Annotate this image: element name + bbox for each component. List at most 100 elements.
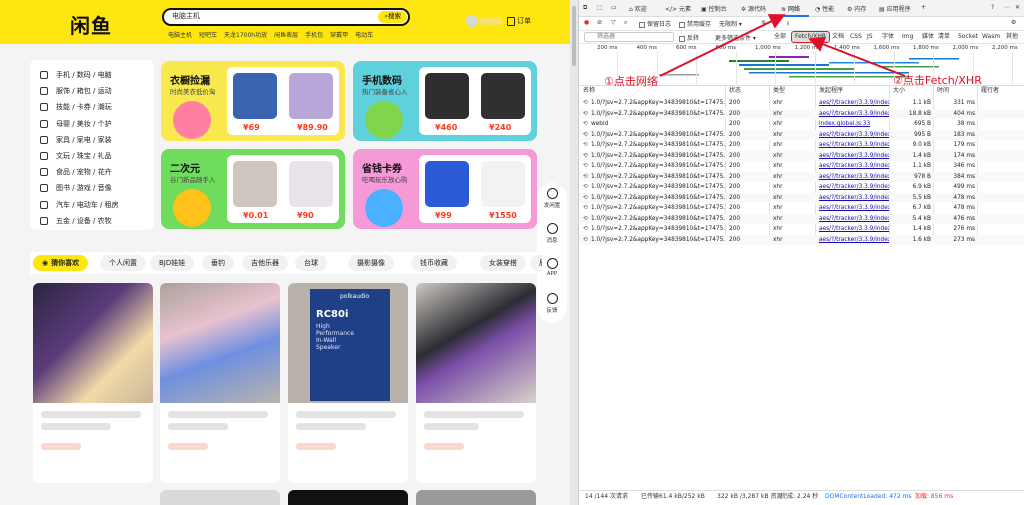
promo-card[interactable]: 省钱卡券 吃喝玩乐放心购 ¥99 ¥1550	[353, 149, 537, 229]
clear-icon[interactable]: ⊘	[597, 19, 602, 26]
category-item[interactable]: 文玩 / 珠宝 / 礼品	[40, 151, 112, 161]
hot-word[interactable]: 电动车	[355, 30, 373, 39]
promo-product-image[interactable]	[425, 73, 469, 119]
category-item[interactable]: 技能 / 卡券 / 潮玩	[40, 102, 112, 112]
request-initiator[interactable]: aes/?/tracker/3.3.9/index	[819, 182, 889, 192]
table-row[interactable]: ⟲ 1.0/?jsv=2.7.2&appKey=34839810&t=17475.…	[579, 108, 1024, 119]
request-initiator[interactable]: aes/?/tracker/3.3.9/index	[819, 203, 889, 213]
table-row[interactable]: ⟲ 1.0/?jsv=2.7.2&appKey=34839810&t=17475.…	[579, 234, 1024, 245]
request-initiator[interactable]: aes/?/tracker/3.3.9/index	[819, 140, 889, 150]
preserve-log-checkbox[interactable]: 保留日志	[639, 19, 671, 28]
filter-type-socket[interactable]: Socket	[955, 32, 981, 42]
table-row[interactable]: ⟲ 1.0/?jsv=2.7.2&appKey=34839810&t=17475.…	[579, 203, 1024, 213]
filter-input[interactable]: 筛选器	[584, 32, 674, 42]
request-initiator[interactable]: aes/?/tracker/3.3.9/index	[819, 109, 889, 119]
tab-memory[interactable]: ⚙ 内存	[847, 4, 866, 13]
disable-cache-checkbox[interactable]: 禁用缓存	[679, 19, 711, 28]
settings-gear-icon[interactable]: ⚙	[1011, 19, 1016, 26]
import-icon[interactable]: ⭱	[775, 19, 777, 29]
tab-welcome[interactable]: ⌂ 欢迎	[629, 4, 647, 13]
avatar[interactable]	[466, 15, 478, 27]
search-input[interactable]	[172, 12, 372, 20]
invert-checkbox[interactable]: 反转	[679, 33, 699, 42]
table-row[interactable]: ⟲ 1.0/?jsv=2.7.2&appKey=34839810&t=17475.…	[579, 182, 1024, 192]
tab-network[interactable]: ≋ 网络	[781, 4, 800, 13]
wifi-settings-icon[interactable]: ≋	[761, 19, 766, 26]
column-header[interactable]: 状态	[729, 86, 741, 96]
tab-console[interactable]: ▣ 控制台	[701, 4, 727, 13]
filter-type-[interactable]: 文档	[829, 32, 847, 42]
request-initiator[interactable]: aes/?/tracker/3.3.9/index	[819, 235, 889, 245]
tab-performance[interactable]: ◔ 性能	[815, 4, 834, 13]
column-header[interactable]: 发起程序	[819, 86, 843, 96]
filter-icon[interactable]: ▽	[611, 19, 616, 26]
table-row[interactable]: ⟲ 1.0/?jsv=2.7.2&appKey=34839810&t=17475.…	[579, 161, 1024, 171]
tab-sources[interactable]: ✲ 源代码	[741, 4, 766, 13]
promo-product-image[interactable]	[481, 161, 525, 207]
table-row[interactable]: ⟲ 1.0/?jsv=2.7.2&appKey=34839810&t=17475.…	[579, 213, 1024, 224]
table-row[interactable]: ⟲ 1.0/?jsv=2.7.2&appKey=34839810&t=17475.…	[579, 129, 1024, 140]
inspect-icon[interactable]: ⬚	[597, 4, 603, 11]
export-icon[interactable]: ⭳	[787, 19, 789, 29]
category-item[interactable]: 手机 / 数码 / 电脑	[40, 70, 112, 80]
site-logo[interactable]: 闲鱼	[70, 10, 112, 39]
request-initiator[interactable]: aes/?/tracker/3.3.9/index	[819, 193, 889, 203]
table-row[interactable]: ⟲ 1.0/?jsv=2.7.2&appKey=34839810&t=17475.…	[579, 171, 1024, 182]
feed-tab[interactable]: 个人闲置	[100, 255, 146, 271]
page-scrollbar-thumb[interactable]	[572, 6, 576, 66]
filter-type-css[interactable]: CSS	[847, 32, 865, 42]
tab-elements[interactable]: </> 元素	[665, 4, 691, 13]
request-initiator[interactable]: aes/?/tracker/3.3.9/index	[819, 224, 889, 234]
column-header[interactable]: 类型	[773, 86, 785, 96]
float-feedback-button[interactable]: 反馈	[537, 293, 567, 314]
hot-word[interactable]: 电脑主机	[168, 30, 192, 39]
promo-product-image[interactable]	[481, 73, 525, 119]
search-button[interactable]: ⌕搜索	[378, 11, 407, 23]
feed-card[interactable]: polkaudio RC80i High Performance In-Wall…	[288, 283, 408, 483]
category-item[interactable]: 汽车 / 电动车 / 租房	[40, 200, 119, 210]
filter-type-js[interactable]: JS	[864, 32, 876, 42]
filter-type-img[interactable]: Img	[899, 32, 916, 42]
filter-type-[interactable]: 清单	[935, 32, 953, 42]
category-item[interactable]: 五金 / 设备 / 农牧	[40, 216, 112, 226]
promo-product-image[interactable]	[233, 73, 277, 119]
feed-tab[interactable]: 居家好物	[530, 255, 542, 271]
request-initiator[interactable]: aes/?/tracker/3.3.9/index	[819, 172, 889, 182]
feed-tab[interactable]: 垂钓	[202, 255, 234, 271]
hot-word[interactable]: 手机包	[305, 30, 323, 39]
dock-icon[interactable]: ▭	[611, 4, 617, 11]
promo-card[interactable]: 二次元 谷门新品随手入 ¥0.01 ¥90	[161, 149, 345, 229]
filter-type-wasm[interactable]: Wasm	[979, 32, 1003, 42]
category-item[interactable]: 母婴 / 美妆 / 个护	[40, 119, 112, 129]
promo-card[interactable]: 手机数码 热门装备省心入 ¥460 ¥240	[353, 61, 537, 141]
table-row[interactable]: ⟲ 1.0/?jsv=2.7.2&appKey=34839810&t=17475.…	[579, 224, 1024, 234]
feed-card-partial[interactable]	[416, 490, 536, 505]
category-item[interactable]: 服饰 / 箱包 / 运动	[40, 86, 112, 96]
filter-type-fetchxhr[interactable]: Fetch/XHR	[790, 31, 831, 43]
category-item[interactable]: 家具 / 家电 / 家装	[40, 135, 112, 145]
record-icon[interactable]: ●	[584, 19, 589, 26]
request-initiator[interactable]: aes/?/tracker/3.3.9/index	[819, 98, 889, 108]
search-icon[interactable]: ⌕	[624, 19, 627, 27]
orders-link[interactable]: 订单	[507, 16, 531, 26]
float-publish-button[interactable]: 发闲置	[537, 188, 567, 209]
filter-type-[interactable]: 其他	[1003, 32, 1021, 42]
request-initiator[interactable]: aes/?/tracker/3.3.9/index	[819, 214, 889, 224]
filter-type-[interactable]: 全部	[771, 32, 789, 42]
filter-type-[interactable]: 字体	[879, 32, 897, 42]
feed-tab[interactable]: ◉ 猜你喜欢	[33, 255, 89, 271]
request-initiator[interactable]: aes/?/tracker/3.3.9/index	[819, 130, 889, 140]
hot-word[interactable]: 天龙1700h功放	[224, 30, 267, 39]
tab-application[interactable]: ▤ 应用程序	[879, 4, 911, 13]
request-initiator[interactable]: aes/?/tracker/3.3.9/index	[819, 151, 889, 161]
table-row[interactable]: ⟲ webid 200 xhr index.global.js:33 695 B 38 ms	[579, 119, 1024, 129]
request-initiator[interactable]: aes/?/tracker/3.3.9/index	[819, 161, 889, 171]
table-row[interactable]: ⟲ 1.0/?jsv=2.7.2&appKey=34839810&t=17475.…	[579, 150, 1024, 161]
device-toggle-icon[interactable]: ⧉	[583, 4, 587, 12]
promo-product-image[interactable]	[289, 161, 333, 207]
feed-tab[interactable]: BJD娃娃	[150, 255, 195, 271]
promo-product-image[interactable]	[233, 161, 277, 207]
feed-tab[interactable]: 吉他乐器	[242, 255, 288, 271]
feed-card[interactable]	[416, 283, 536, 483]
hot-word[interactable]: 闲鱼表层	[274, 30, 298, 39]
